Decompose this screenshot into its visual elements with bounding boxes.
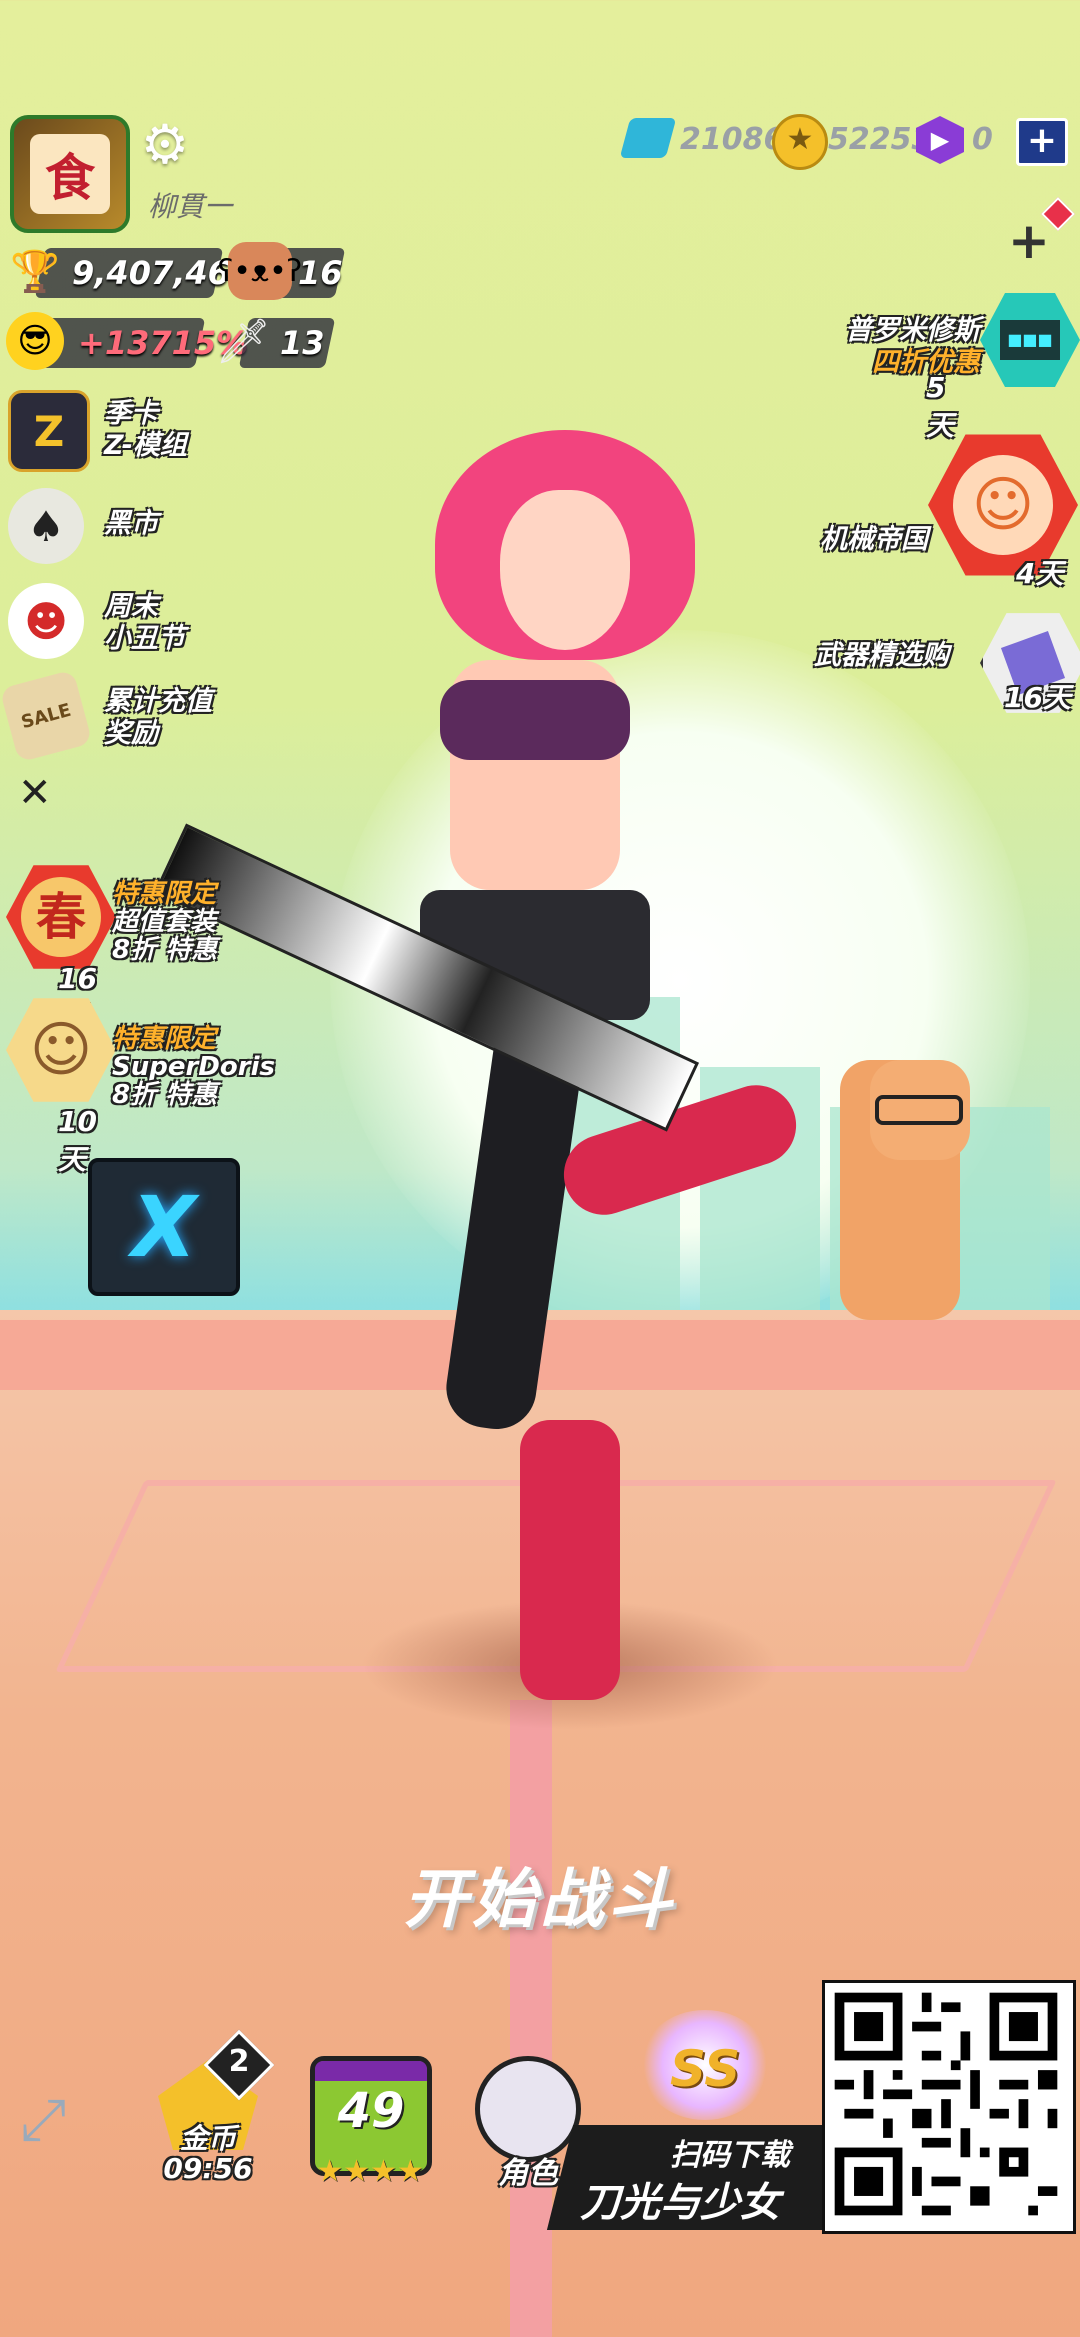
expand-icon[interactable]: ⤢ bbox=[20, 2085, 66, 2154]
character-helmet-icon bbox=[475, 2056, 581, 2162]
superdoris-text: 特惠限定 SuperDoris 8折 特惠 bbox=[112, 1024, 275, 1110]
add-friend-icon[interactable]: + bbox=[1008, 212, 1050, 270]
qr-code-pattern bbox=[825, 1983, 1067, 2225]
bear-count: 16 bbox=[298, 254, 343, 292]
robot-portrait-icon[interactable]: ■■■ bbox=[980, 293, 1080, 387]
avatar-emblem: 食 bbox=[30, 134, 110, 214]
gem-count: 21086 bbox=[680, 122, 785, 157]
qr-code[interactable] bbox=[822, 1980, 1076, 2234]
sword-count: 13 bbox=[280, 324, 325, 362]
x-module-button[interactable]: X bbox=[88, 1158, 240, 1296]
coin-icon: ★ bbox=[772, 114, 828, 170]
level-number: 49 bbox=[337, 2083, 405, 2139]
left-menu-recharge-reward[interactable]: SALE 累计充值 奖励 bbox=[0, 669, 212, 763]
recharge-reward-label: 累计充值 奖励 bbox=[104, 686, 212, 749]
spring-icon: 春 bbox=[6, 865, 116, 969]
prometheus-days: 5天 bbox=[926, 371, 955, 442]
clown-festival-label: 周末 小丑节 bbox=[104, 591, 185, 654]
hero-portrait-icon: ☺ bbox=[6, 998, 116, 1102]
arena-center-line bbox=[510, 1700, 552, 2337]
settings-gear-icon[interactable]: ⚙ bbox=[138, 118, 192, 172]
promo-superdoris[interactable]: ☺ 特惠限定 SuperDoris 8折 特惠 10天 bbox=[6, 995, 275, 1176]
sale-tag-icon: SALE bbox=[0, 669, 93, 763]
spade-icon: ♠ bbox=[8, 488, 84, 564]
qr-scan-label: 扫码下载 bbox=[670, 2138, 790, 2173]
black-market-label: 黑市 bbox=[104, 508, 158, 539]
gold-reward-button[interactable]: 2 金币 09:56 bbox=[148, 2029, 275, 2190]
character-face bbox=[500, 490, 630, 650]
cool-face-icon: 😎 bbox=[6, 312, 64, 370]
mech-empire-days: 4天 bbox=[1016, 557, 1064, 590]
ticket-count: 0 bbox=[972, 122, 993, 157]
gold-label: 金币 09:56 bbox=[163, 2122, 253, 2185]
bear-glasses bbox=[875, 1095, 963, 1125]
weapon-shop-days: 16天 bbox=[1004, 681, 1071, 714]
close-icon[interactable]: ✕ bbox=[18, 770, 52, 816]
player-avatar[interactable]: 食 bbox=[10, 115, 130, 233]
start-battle-button[interactable]: 开始战斗 bbox=[370, 1855, 710, 1945]
sword-icon: 🗡 bbox=[215, 316, 271, 367]
promo-spring-pack[interactable]: 春 特惠限定 超值套装 8折 特惠 16天 bbox=[6, 862, 217, 1033]
left-menu-black-market[interactable]: ♠ 黑市 bbox=[8, 488, 158, 564]
gem-icon bbox=[619, 118, 677, 158]
character-top bbox=[440, 680, 630, 760]
level-button[interactable]: 49 ★★★★ bbox=[310, 2050, 432, 2190]
rank-badge[interactable]: SS bbox=[670, 2040, 740, 2098]
gold-badge-count: 2 bbox=[228, 2044, 250, 2079]
qr-game-title: 刀光与少女 bbox=[580, 2180, 780, 2226]
add-currency-button[interactable]: + bbox=[1016, 118, 1068, 166]
mech-empire-label: 机械帝国 bbox=[820, 524, 928, 555]
player-name: 柳貫一 bbox=[148, 190, 233, 223]
spring-pack-text: 特惠限定 超值套装 8折 特惠 bbox=[112, 879, 218, 965]
z-card-icon: Z bbox=[8, 390, 90, 472]
left-menu-clown-festival[interactable]: ☻ 周末 小丑节 bbox=[8, 583, 185, 659]
left-menu-season-card[interactable]: Z 季卡 Z-模组 bbox=[8, 390, 187, 472]
level-stars: ★★★★ bbox=[316, 2154, 424, 2189]
character-boot bbox=[520, 1420, 620, 1700]
prometheus-text: 普罗米修斯 四折优惠 bbox=[845, 315, 980, 378]
x-module-icon: X bbox=[131, 1178, 197, 1276]
weapon-shop-label: 武器精选购 bbox=[814, 640, 949, 671]
trophy-icon: 🏆 bbox=[10, 248, 60, 295]
season-card-label: 季卡 Z-模组 bbox=[104, 398, 187, 461]
clown-icon: ☻ bbox=[8, 583, 84, 659]
bear-face-icon: ʕ•ᴥ•ʔ bbox=[218, 242, 302, 300]
